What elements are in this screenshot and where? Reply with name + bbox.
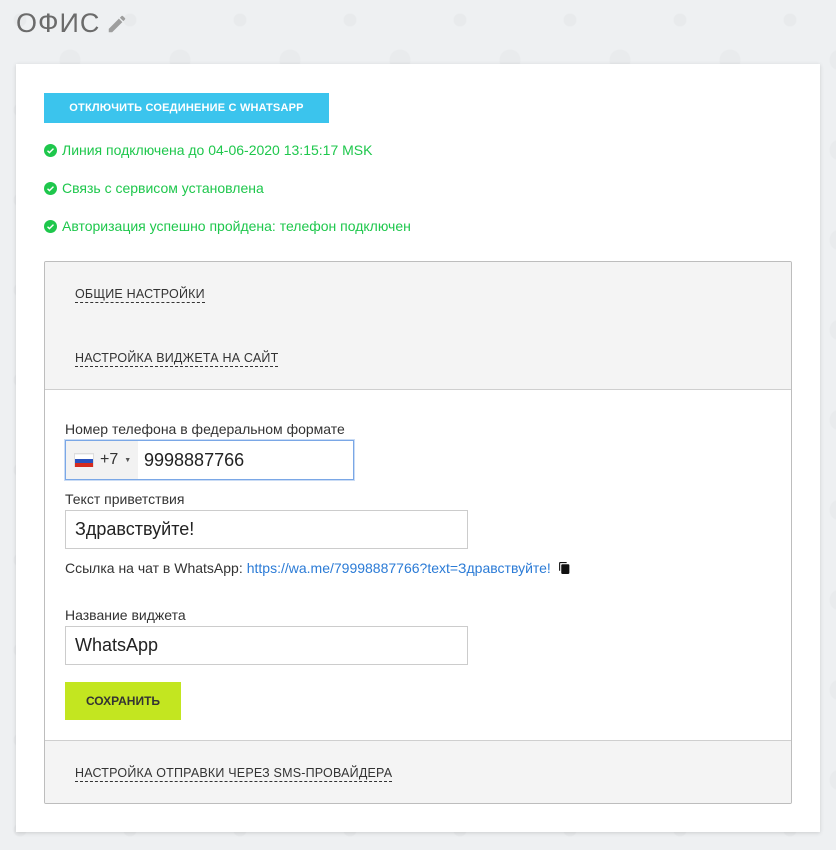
status-text: Линия подключена до 04-06-2020 13:15:17 … <box>62 142 373 158</box>
accordion-title: ОБЩИЕ НАСТРОЙКИ <box>75 287 205 303</box>
accordion-general-settings[interactable]: ОБЩИЕ НАСТРОЙКИ <box>45 262 791 326</box>
check-circle-icon <box>44 143 57 157</box>
disconnect-whatsapp-button[interactable]: ОТКЛЮЧИТЬ СОЕДИНЕНИЕ С WHATSAPP <box>44 93 329 123</box>
check-circle-icon <box>44 219 57 233</box>
status-authorization: Авторизация успешно пройдена: телефон по… <box>44 218 411 234</box>
country-code: +7 <box>100 451 119 468</box>
greeting-label: Текст приветствия <box>65 491 185 507</box>
russia-flag-icon <box>74 453 94 467</box>
page-title: ОФИС <box>16 8 101 38</box>
accordion-widget-settings[interactable]: НАСТРОЙКА ВИДЖЕТА НА САЙТ <box>45 326 791 390</box>
settings-accordion: ОБЩИЕ НАСТРОЙКИ НАСТРОЙКА ВИДЖЕТА НА САЙ… <box>44 261 792 804</box>
accordion-title: НАСТРОЙКА ОТПРАВКИ ЧЕРЕЗ SMS-ПРОВАЙДЕРА <box>75 766 393 782</box>
link-label: Ссылка на чат в WhatsApp: <box>65 560 243 576</box>
widget-name-label: Название виджета <box>65 607 186 623</box>
status-service-connected: Связь с сервисом установлена <box>44 180 264 196</box>
widget-name-input[interactable] <box>65 626 468 665</box>
phone-label: Номер телефона в федеральном формате <box>65 421 345 437</box>
whatsapp-chat-link[interactable]: https://wa.me/79998887766?text=Здравству… <box>247 560 551 576</box>
check-circle-icon <box>44 181 57 195</box>
page-header: ОФИС <box>16 8 128 39</box>
accordion-title: НАСТРОЙКА ВИДЖЕТА НА САЙТ <box>75 351 279 367</box>
status-text: Связь с сервисом установлена <box>62 180 264 196</box>
accordion-sms-provider[interactable]: НАСТРОЙКА ОТПРАВКИ ЧЕРЕЗ SMS-ПРОВАЙДЕРА <box>45 741 791 803</box>
phone-number-input[interactable] <box>138 449 338 471</box>
greeting-input[interactable] <box>65 510 468 549</box>
status-text: Авторизация успешно пройдена: телефон по… <box>62 218 411 234</box>
copy-icon[interactable] <box>558 561 571 575</box>
whatsapp-link-row: Ссылка на чат в WhatsApp: https://wa.me/… <box>65 560 571 576</box>
country-select[interactable]: +7 ▼ <box>66 441 138 479</box>
chevron-down-icon: ▼ <box>124 456 132 464</box>
pencil-icon[interactable] <box>106 13 128 35</box>
settings-card: ОТКЛЮЧИТЬ СОЕДИНЕНИЕ С WHATSAPP Линия по… <box>16 64 820 832</box>
status-line-connected: Линия подключена до 04-06-2020 13:15:17 … <box>44 142 372 158</box>
phone-input-group: +7 ▼ <box>65 440 354 480</box>
widget-settings-panel: Номер телефона в федеральном формате +7 … <box>45 390 791 741</box>
save-button[interactable]: СОХРАНИТЬ <box>65 682 181 720</box>
